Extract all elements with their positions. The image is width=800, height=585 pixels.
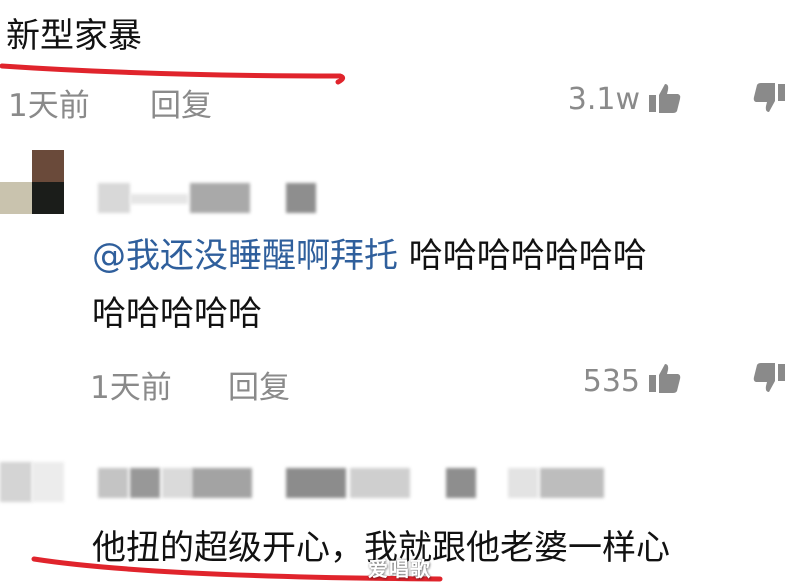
post-like-count: 3.1w [567, 82, 640, 117]
username-redacted [98, 183, 130, 213]
username-redacted [130, 194, 188, 204]
username-redacted [508, 468, 538, 498]
avatar[interactable] [0, 462, 64, 502]
thumbs-down-icon[interactable] [752, 362, 786, 394]
username-redacted [162, 468, 192, 498]
user-mention-link[interactable]: @我还没睡醒啊拜托 [92, 236, 398, 276]
avatar[interactable] [0, 150, 64, 214]
username-redacted [130, 468, 160, 498]
username-redacted [540, 468, 604, 498]
username-redacted [190, 183, 250, 213]
post-time: 1天前 [8, 88, 90, 124]
comment-text-line: 哈哈哈哈哈 [92, 294, 262, 334]
thumbs-up-icon[interactable] [648, 362, 682, 394]
username-redacted [446, 468, 476, 498]
comment-text: @我还没睡醒啊拜托 哈哈哈哈哈哈哈 [92, 230, 792, 282]
username-redacted [98, 468, 128, 498]
username-redacted [286, 468, 346, 498]
thumbs-down-icon[interactable] [752, 82, 786, 114]
comment-reply-button[interactable]: 回复 [228, 362, 290, 407]
comment-text-part: 哈哈哈哈哈哈哈 [398, 236, 647, 276]
post-title: 新型家暴 [6, 16, 142, 56]
username-redacted [350, 468, 410, 498]
username-redacted [286, 183, 316, 213]
comment-time: 1天前 [90, 370, 172, 406]
watermark: 爱唱歌 [368, 557, 431, 581]
username-redacted [192, 468, 252, 498]
comment-like-count: 535 [582, 364, 640, 399]
post-reply-button[interactable]: 回复 [150, 80, 212, 125]
thumbs-up-icon[interactable] [648, 82, 682, 114]
